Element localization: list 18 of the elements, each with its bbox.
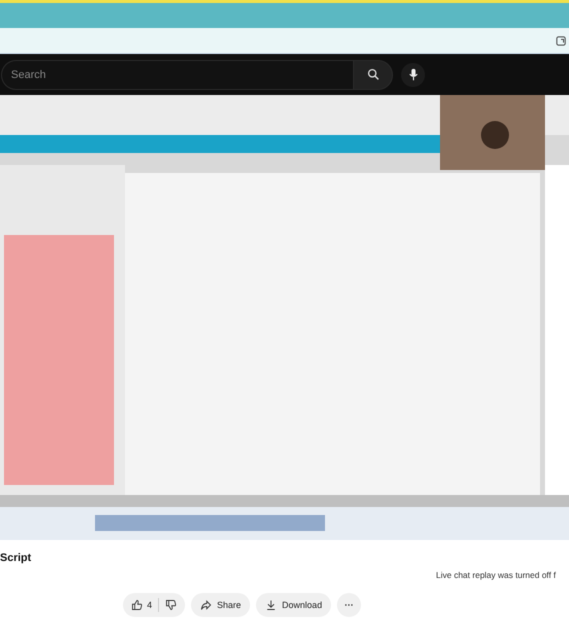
thumbs-down-icon[interactable] — [165, 599, 178, 611]
like-button[interactable]: 4 — [131, 599, 152, 611]
window-icon[interactable] — [556, 36, 566, 46]
share-button[interactable]: Share — [191, 593, 250, 617]
share-arrow-icon — [200, 599, 212, 611]
microphone-button[interactable] — [401, 62, 425, 86]
chat-notice: Live chat replay was turned off f — [436, 570, 556, 580]
search-button[interactable] — [353, 60, 393, 90]
thumbs-up-icon — [131, 599, 143, 611]
more-button[interactable]: ··· — [337, 593, 362, 617]
search-field[interactable]: Search — [1, 60, 353, 90]
like-dislike-control[interactable]: 4 — [123, 593, 186, 617]
like-count: 4 — [147, 600, 152, 610]
microphone-icon — [406, 68, 420, 81]
search-icon — [366, 68, 380, 81]
download-icon — [265, 599, 278, 611]
video-title: Script — [0, 552, 32, 564]
download-button[interactable]: Download — [256, 593, 332, 617]
